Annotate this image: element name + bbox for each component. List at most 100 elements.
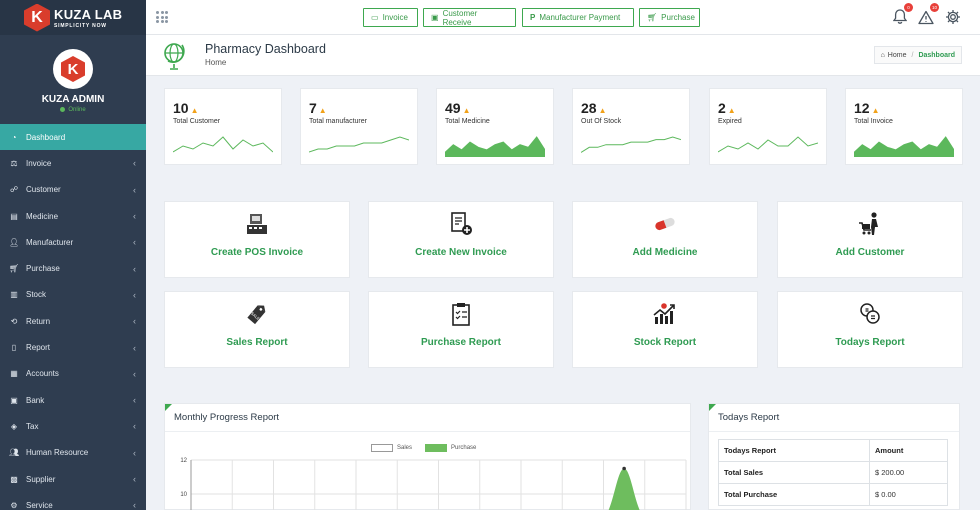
coins-icon: [778, 301, 962, 327]
cart-icon: 🛒︎: [647, 13, 658, 22]
stat-card[interactable]: 49 ▲ Total Medicine: [436, 88, 554, 165]
box-icon: ▥: [10, 290, 18, 300]
chevron-left-icon: ‹: [133, 395, 136, 406]
quick-manufacturer-payment-button[interactable]: P Manufacturer Payment: [522, 8, 634, 27]
monthly-progress-panel: Monthly Progress Report Sales Purchase 1…: [164, 403, 691, 510]
action-card-add-medicine[interactable]: Add Medicine: [572, 201, 758, 278]
row-label: Total Purchase: [718, 483, 870, 506]
sidebar-item-label: Bank: [26, 395, 45, 405]
sidebar-item-stock[interactable]: ▥ Stock ‹: [0, 282, 146, 308]
stat-card[interactable]: 2 ▲ Expired: [709, 88, 827, 165]
sidebar-item-label: Service: [26, 500, 53, 510]
y-tick-label: 12: [180, 458, 187, 464]
invoice-icon: ▭: [371, 13, 379, 22]
brand-hex-icon: K: [24, 3, 50, 32]
sidebar-item-report[interactable]: ▯ Report ‹: [0, 334, 146, 360]
stat-card[interactable]: 28 ▲ Out Of Stock: [572, 88, 690, 165]
sidebar-item-manufacturer[interactable]: 👤︎ Manufacturer ‹: [0, 229, 146, 255]
cart-icon: 🛒︎: [9, 264, 20, 274]
brand-logo[interactable]: K KUZA LAB SIMPLICITY NOW: [0, 0, 146, 35]
sparkline-chart: [445, 136, 545, 157]
stat-card[interactable]: 12 ▲ Total Invoice: [845, 88, 963, 165]
breadcrumb-home[interactable]: Home: [888, 52, 907, 59]
up-arrow-icon: ▲: [727, 106, 736, 115]
sparkline-chart: [718, 136, 818, 153]
action-label: Purchase Report: [420, 337, 502, 348]
chevron-left-icon: ‹: [133, 447, 136, 458]
action-label: Add Medicine: [632, 247, 698, 258]
row-amount: $ 0.00: [869, 483, 948, 506]
avatar[interactable]: K: [53, 49, 93, 89]
user-name: KUZA ADMIN: [41, 94, 105, 105]
sidebar-item-purchase[interactable]: 🛒︎ Purchase ‹: [0, 255, 146, 281]
sidebar-item-label: Supplier: [26, 474, 56, 484]
y-tick-label: 10: [180, 492, 187, 498]
sidebar-item-accounts[interactable]: ▦ Accounts ‹: [0, 361, 146, 387]
action-card-purchase-report[interactable]: Purchase Report: [368, 291, 554, 368]
sidebar-item-dashboard[interactable]: ◔ Dashboard: [0, 124, 146, 151]
stat-label: Total Medicine: [445, 118, 490, 125]
apps-grid-icon[interactable]: [156, 11, 168, 23]
handshake-icon: ☍: [9, 185, 19, 195]
action-card-create-pos-invoice[interactable]: Create POS Invoice: [164, 201, 350, 278]
users-icon: 👥︎: [9, 448, 20, 458]
stat-value: 28 ▲: [581, 100, 607, 116]
status-dot-icon: [60, 107, 66, 112]
sidebar: K KUZA LAB SIMPLICITY NOW K KUZA ADMIN O…: [0, 0, 146, 510]
action-card-create-new-invoice[interactable]: Create New Invoice: [368, 201, 554, 278]
user-profile: K KUZA ADMIN Online: [0, 35, 146, 124]
sparkline-series: [718, 136, 818, 153]
sparkline-series: [445, 136, 545, 157]
sidebar-item-medicine[interactable]: ▤ Medicine ‹: [0, 203, 146, 229]
stat-label: Expired: [718, 118, 742, 125]
sidebar-item-customer[interactable]: ☍ Customer ‹: [0, 177, 146, 203]
sidebar-item-supplier[interactable]: ▩ Supplier ‹: [0, 466, 146, 492]
chevron-left-icon: ‹: [133, 316, 136, 327]
sidebar-item-label: Report: [26, 343, 51, 353]
home-icon: ⌂: [880, 51, 885, 59]
action-card-sales-report[interactable]: SALE Sales Report: [164, 291, 350, 368]
sidebar-item-label: Stock: [26, 290, 47, 300]
warning-icon: [918, 10, 934, 25]
stat-value: 2 ▲: [718, 100, 736, 116]
sidebar-item-return[interactable]: ⟲ Return ‹: [0, 308, 146, 334]
quick-customer-receive-button[interactable]: ▣ Customer Receive: [423, 8, 516, 27]
chevron-left-icon: ‹: [133, 184, 136, 195]
globe-icon: [164, 43, 185, 70]
quick-purchase-button[interactable]: 🛒︎ Purchase: [639, 8, 700, 27]
breadcrumb-current: Dashboard: [918, 51, 955, 59]
chevron-left-icon: ‹: [133, 263, 136, 274]
action-label: Add Customer: [835, 247, 905, 258]
paypal-icon: P: [530, 13, 536, 22]
purchase-data-point[interactable]: [622, 466, 626, 471]
brand-tagline: SIMPLICITY NOW: [54, 22, 107, 29]
monthly-chart: 12 10: [180, 458, 687, 510]
sidebar-item-bank[interactable]: ▣ Bank ‹: [0, 387, 146, 413]
alerts-badge: 10: [930, 3, 939, 12]
avatar-logo-icon: K: [61, 56, 85, 82]
alerts-button[interactable]: 10: [917, 3, 939, 26]
sidebar-item-label: Invoice: [26, 158, 52, 168]
user-icon: 👤︎: [9, 237, 20, 247]
table-header: Amount: [869, 439, 948, 462]
sidebar-item-invoice[interactable]: ⚖ Invoice ‹: [0, 150, 146, 176]
quick-invoice-button[interactable]: ▭ Invoice: [363, 8, 418, 27]
briefcase-icon: ▤: [10, 211, 18, 221]
sidebar-item-service[interactable]: ⚙ Service ‹: [0, 492, 146, 510]
settings-button[interactable]: [944, 8, 962, 26]
stat-card[interactable]: 10 ▲ Total Customer: [164, 88, 282, 165]
action-card-add-customer[interactable]: Add Customer: [777, 201, 963, 278]
chevron-left-icon: ‹: [133, 211, 136, 222]
table-row: Total Purchase $ 0.00: [718, 483, 948, 506]
up-arrow-icon: ▲: [318, 106, 327, 115]
action-label: Sales Report: [226, 337, 288, 348]
notifications-button[interactable]: 0: [891, 3, 913, 26]
sidebar-item-human-resource[interactable]: 👥︎ Human Resource ‹: [0, 440, 146, 466]
action-card-todays-report[interactable]: Todays Report: [777, 291, 963, 368]
chevron-left-icon: ‹: [133, 342, 136, 353]
dashboard-icon: ◔: [11, 132, 17, 142]
stat-card[interactable]: 7 ▲ Total manufacturer: [300, 88, 418, 165]
sidebar-item-tax[interactable]: ◈ Tax ‹: [0, 413, 146, 439]
action-card-stock-report[interactable]: Stock Report: [572, 291, 758, 368]
stock-chart-icon: [573, 301, 757, 327]
